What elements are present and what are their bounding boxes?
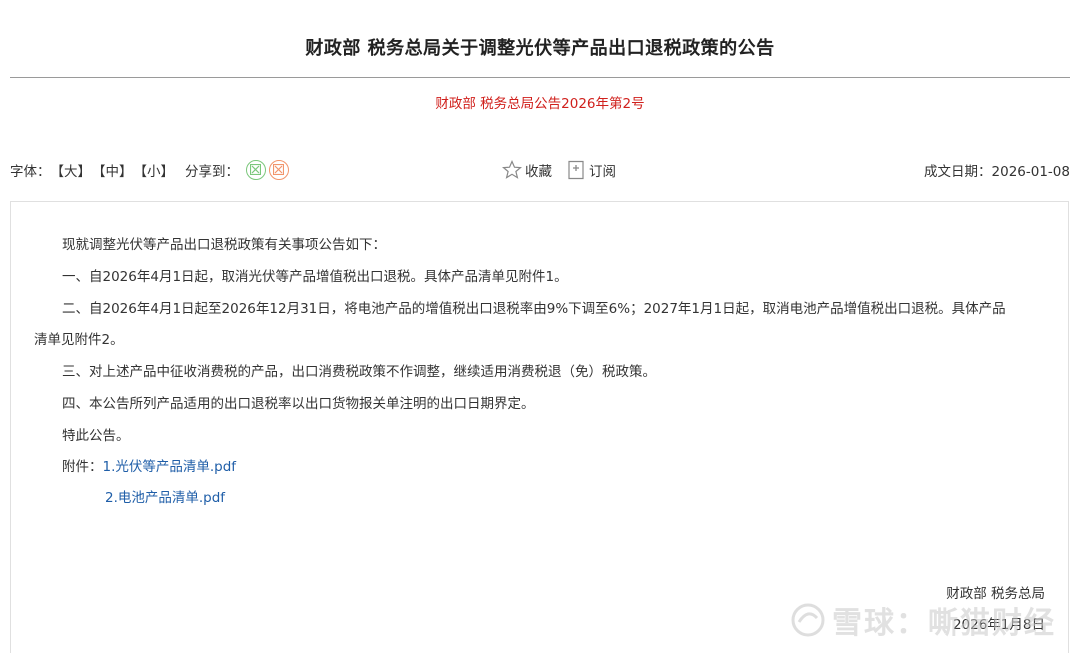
issue-date: 成文日期：2026-01-08 bbox=[924, 164, 1070, 180]
attachment-2-link[interactable]: 2.电池产品清单.pdf bbox=[105, 490, 225, 506]
attachment-1-link[interactable]: 1.光伏等产品清单.pdf bbox=[103, 459, 237, 475]
font-size-large-button[interactable]: 【大】 bbox=[51, 160, 92, 180]
attachments-label: 附件： bbox=[62, 459, 103, 475]
favorite-button[interactable]: 收藏 bbox=[502, 160, 552, 180]
document-number: 财政部 税务总局公告2026年第2号 bbox=[435, 96, 645, 112]
share-label: 分享到： bbox=[185, 164, 239, 180]
title-divider bbox=[10, 77, 1070, 78]
page-title: 财政部 税务总局关于调整光伏等产品出口退税政策的公告 bbox=[305, 38, 775, 59]
subscribe-icon bbox=[568, 160, 584, 180]
subscribe-label: 订阅 bbox=[589, 164, 616, 180]
watermark: 雪球：嘶猫财经 bbox=[790, 598, 1056, 642]
item-2-paragraph: 二、自2026年4月1日起至2026年12月31日，将电池产品的增值税出口退税率… bbox=[62, 301, 1006, 317]
share-green-icon[interactable] bbox=[246, 160, 266, 180]
share-orange-icon[interactable] bbox=[269, 160, 289, 180]
toolbar: 字体： 【大】 【中】 【小】 分享到： 收藏 订阅 成文日期：2026-01-… bbox=[10, 158, 1070, 182]
toolbar-center: 收藏 订阅 bbox=[502, 158, 630, 182]
intro-paragraph: 现就调整光伏等产品出口退税政策有关事项公告如下： bbox=[62, 237, 386, 253]
attachment-2-row: 2.电池产品清单.pdf bbox=[105, 486, 225, 506]
subscribe-button[interactable]: 订阅 bbox=[566, 160, 616, 180]
page: 财政部 税务总局关于调整光伏等产品出口退税政策的公告 财政部 税务总局公告202… bbox=[0, 0, 1080, 653]
item-4-paragraph: 四、本公告所列产品适用的出口退税率以出口货物报关单注明的出口日期界定。 bbox=[62, 396, 535, 412]
item-1-paragraph: 一、自2026年4月1日起，取消光伏等产品增值税出口退税。具体产品清单见附件1。 bbox=[62, 269, 568, 285]
font-size-label: 字体： bbox=[10, 164, 51, 180]
font-size-medium-button[interactable]: 【中】 bbox=[92, 160, 133, 180]
toolbar-right: 成文日期：2026-01-08 bbox=[924, 158, 1070, 182]
snowball-logo-icon bbox=[791, 603, 825, 637]
favorite-label: 收藏 bbox=[525, 164, 552, 180]
star-icon bbox=[502, 160, 522, 179]
closing-paragraph: 特此公告。 bbox=[62, 428, 130, 444]
font-size-small-button[interactable]: 【小】 bbox=[134, 160, 175, 180]
toolbar-left: 字体： 【大】 【中】 【小】 分享到： bbox=[10, 158, 289, 182]
item-2-paragraph-continued: 清单见附件2。 bbox=[34, 332, 124, 348]
attachments-row: 附件：1.光伏等产品清单.pdf bbox=[62, 455, 236, 475]
watermark-text: 雪球：嘶猫财经 bbox=[832, 606, 1056, 641]
item-3-paragraph: 三、对上述产品中征收消费税的产品，出口消费税政策不作调整，继续适用消费税退（免）… bbox=[62, 364, 656, 380]
